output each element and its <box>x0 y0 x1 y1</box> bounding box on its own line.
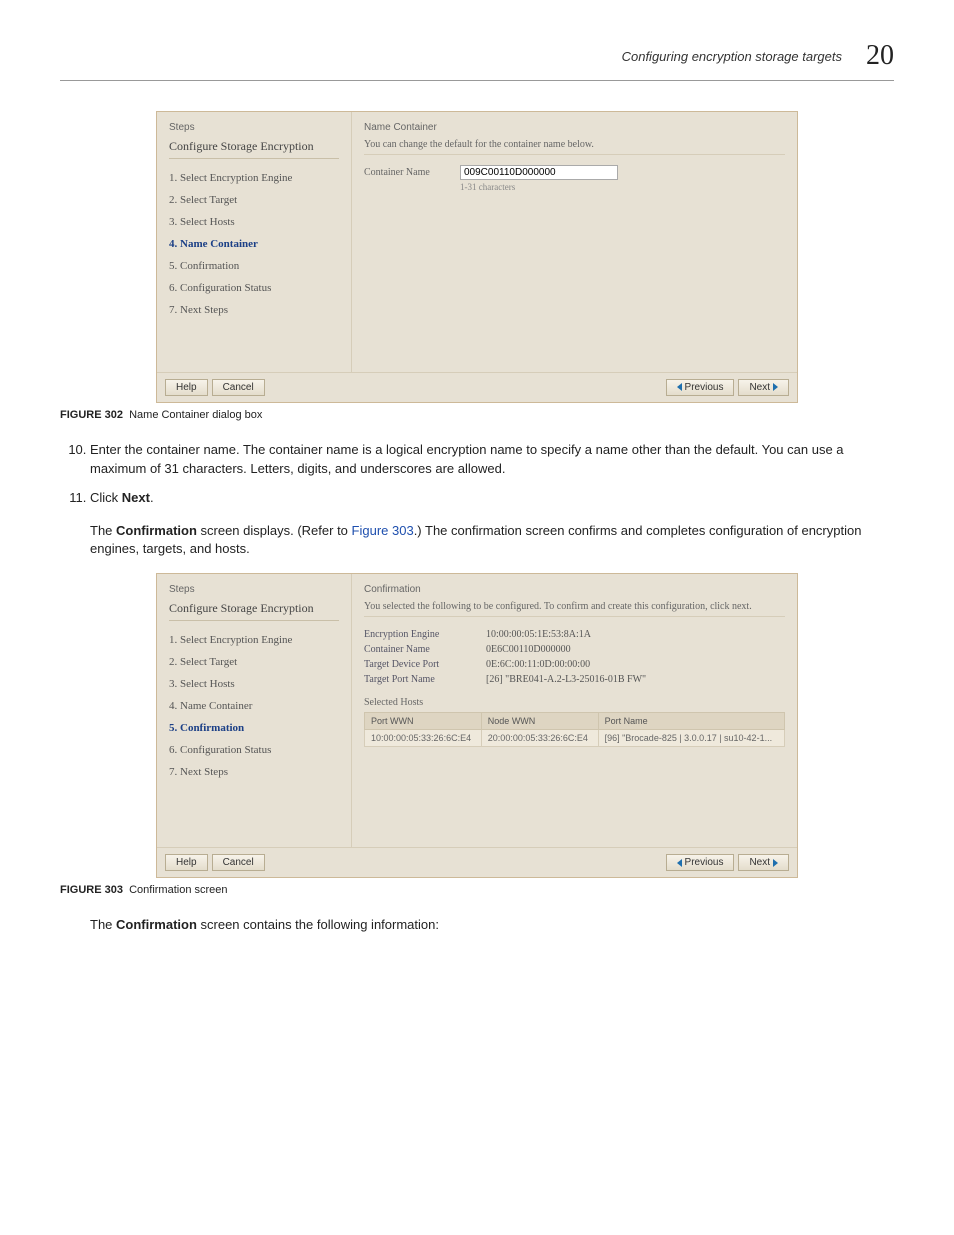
kv-value: 0E:6C:00:11:0D:00:00:00 <box>486 659 785 670</box>
figure-label: FIGURE 302 <box>60 409 123 421</box>
wizard-title: Configure Storage Encryption <box>169 139 339 159</box>
cancel-button[interactable]: Cancel <box>212 379 265 396</box>
wizard-steps-column: Steps Configure Storage Encryption 1. Se… <box>157 574 352 847</box>
wizard-steps-list: 1. Select Encryption Engine 2. Select Ta… <box>169 629 339 783</box>
kv-key: Encryption Engine <box>364 629 474 640</box>
kv-row: Container Name 0E6C00110D000000 <box>364 642 785 657</box>
wizard-step: 4. Name Container <box>169 695 339 717</box>
para2-c: screen contains the following informatio… <box>197 917 439 932</box>
figure-text: Name Container dialog box <box>129 409 262 421</box>
kv-value: [26] "BRE041-A.2-L3-25016-01B FW" <box>486 674 785 685</box>
figure-caption-303: FIGURE 303 Confirmation screen <box>60 884 894 896</box>
cancel-button[interactable]: Cancel <box>212 854 265 871</box>
panel-header: Name Container <box>364 122 785 133</box>
selected-hosts-table: Port WWN Node WWN Port Name 10:00:00:05:… <box>364 712 785 747</box>
figure-label: FIGURE 303 <box>60 884 123 896</box>
kv-row: Target Port Name [26] "BRE041-A.2-L3-2501… <box>364 672 785 687</box>
next-label: Next <box>749 382 770 393</box>
wizard-step: 1. Select Encryption Engine <box>169 629 339 651</box>
step-11: Click Next. <box>90 489 894 508</box>
wizard-title: Configure Storage Encryption <box>169 601 339 621</box>
wizard-step: 3. Select Hosts <box>169 211 339 233</box>
para2-a: The <box>90 917 116 932</box>
confirmation-paragraph: The Confirmation screen displays. (Refer… <box>90 522 894 560</box>
figure-303-link[interactable]: Figure 303 <box>352 523 414 538</box>
page-header-title: Configuring encryption storage targets <box>622 49 842 64</box>
step-11-text-a: Click <box>90 490 122 505</box>
dialog-main-panel: Name Container You can change the defaul… <box>352 112 797 372</box>
table-header: Port WWN <box>365 713 482 730</box>
table-cell: 10:00:00:05:33:26:6C:E4 <box>365 730 482 747</box>
steps-header: Steps <box>169 122 339 133</box>
table-header: Port Name <box>598 713 784 730</box>
steps-header: Steps <box>169 584 339 595</box>
step-10: Enter the container name. The container … <box>90 441 894 479</box>
kv-row: Encryption Engine 10:00:00:05:1E:53:8A:1A <box>364 627 785 642</box>
wizard-step: 6. Configuration Status <box>169 739 339 761</box>
container-name-hint: 1-31 characters <box>460 182 785 192</box>
table-header: Node WWN <box>481 713 598 730</box>
para1-a: The <box>90 523 116 538</box>
arrow-right-icon <box>773 859 778 867</box>
panel-description: You can change the default for the conta… <box>364 139 785 155</box>
para1-c: screen displays. (Refer to <box>197 523 352 538</box>
arrow-right-icon <box>773 383 778 391</box>
help-button[interactable]: Help <box>165 854 208 871</box>
page-header: Configuring encryption storage targets 2… <box>60 40 894 81</box>
wizard-step: 2. Select Target <box>169 189 339 211</box>
confirmation-dialog: Steps Configure Storage Encryption 1. Se… <box>156 573 798 878</box>
figure-caption-302: FIGURE 302 Name Container dialog box <box>60 409 894 421</box>
container-name-label: Container Name <box>364 167 454 178</box>
instruction-list: Enter the container name. The container … <box>60 441 894 508</box>
kv-key: Container Name <box>364 644 474 655</box>
wizard-step: 7. Next Steps <box>169 761 339 783</box>
step-11-bold: Next <box>122 490 150 505</box>
wizard-steps-column: Steps Configure Storage Encryption 1. Se… <box>157 112 352 372</box>
wizard-step-active: 4. Name Container <box>169 233 339 255</box>
panel-description: You selected the following to be configu… <box>364 601 785 617</box>
wizard-step: 2. Select Target <box>169 651 339 673</box>
table-row[interactable]: 10:00:00:05:33:26:6C:E4 20:00:00:05:33:2… <box>365 730 785 747</box>
para2-b: Confirmation <box>116 917 197 932</box>
next-label: Next <box>749 857 770 868</box>
previous-button[interactable]: Previous <box>666 379 735 396</box>
previous-label: Previous <box>685 382 724 393</box>
wizard-step: 3. Select Hosts <box>169 673 339 695</box>
table-cell: [96] "Brocade-825 | 3.0.0.17 | su10-42-1… <box>598 730 784 747</box>
table-cell: 20:00:00:05:33:26:6C:E4 <box>481 730 598 747</box>
container-name-input[interactable] <box>460 165 618 180</box>
step-11-text-c: . <box>150 490 154 505</box>
name-container-dialog: Steps Configure Storage Encryption 1. Se… <box>156 111 798 403</box>
kv-key: Target Port Name <box>364 674 474 685</box>
kv-key: Target Device Port <box>364 659 474 670</box>
figure-text: Confirmation screen <box>129 884 227 896</box>
arrow-left-icon <box>677 859 682 867</box>
wizard-step: 5. Confirmation <box>169 255 339 277</box>
kv-value: 10:00:00:05:1E:53:8A:1A <box>486 629 785 640</box>
wizard-step: 1. Select Encryption Engine <box>169 167 339 189</box>
wizard-step: 7. Next Steps <box>169 299 339 321</box>
wizard-step: 6. Configuration Status <box>169 277 339 299</box>
previous-label: Previous <box>685 857 724 868</box>
panel-header: Confirmation <box>364 584 785 595</box>
dialog-main-panel: Confirmation You selected the following … <box>352 574 797 847</box>
arrow-left-icon <box>677 383 682 391</box>
next-button[interactable]: Next <box>738 854 789 871</box>
wizard-step-active: 5. Confirmation <box>169 717 339 739</box>
kv-row: Target Device Port 0E:6C:00:11:0D:00:00:0… <box>364 657 785 672</box>
selected-hosts-label: Selected Hosts <box>364 697 785 708</box>
closing-paragraph: The Confirmation screen contains the fol… <box>90 916 894 935</box>
chapter-number: 20 <box>866 40 894 72</box>
para1-b: Confirmation <box>116 523 197 538</box>
wizard-steps-list: 1. Select Encryption Engine 2. Select Ta… <box>169 167 339 321</box>
help-button[interactable]: Help <box>165 379 208 396</box>
kv-value: 0E6C00110D000000 <box>486 644 785 655</box>
previous-button[interactable]: Previous <box>666 854 735 871</box>
next-button[interactable]: Next <box>738 379 789 396</box>
